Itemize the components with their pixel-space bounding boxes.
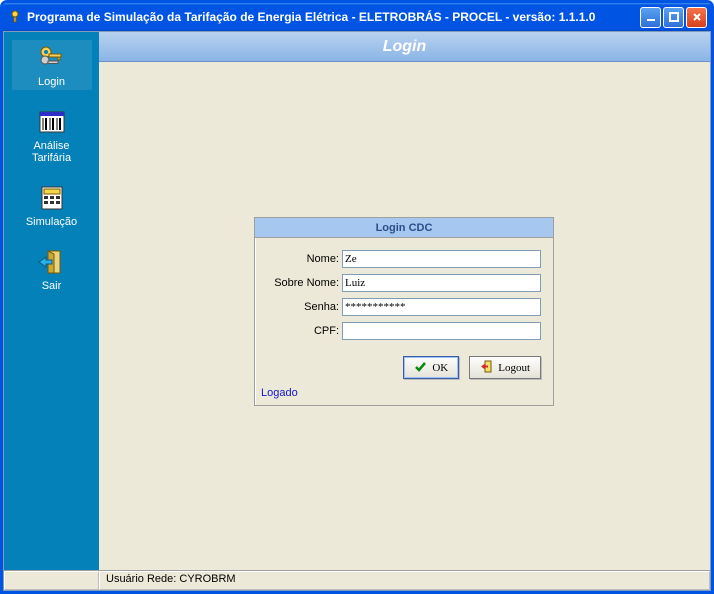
barcode-icon bbox=[36, 106, 68, 138]
login-panel: Login CDC Nome: Sobre Nome: S bbox=[254, 217, 554, 406]
status-cell-empty bbox=[4, 571, 99, 590]
check-icon bbox=[414, 360, 427, 376]
page-title: Login bbox=[99, 32, 710, 62]
logout-button[interactable]: Logout bbox=[469, 356, 541, 379]
keys-icon bbox=[36, 42, 68, 74]
row-sobrenome: Sobre Nome: bbox=[267, 274, 541, 292]
sidebar-item-label: Simulação bbox=[26, 216, 77, 228]
sidebar-item-sair[interactable]: Sair bbox=[12, 244, 92, 294]
label-nome: Nome: bbox=[267, 253, 339, 265]
input-cpf[interactable] bbox=[342, 322, 541, 340]
statusbar: Usuário Rede: CYROBRM bbox=[4, 570, 710, 590]
ok-button[interactable]: OK bbox=[403, 356, 459, 379]
ok-button-label: OK bbox=[432, 362, 448, 374]
row-nome: Nome: bbox=[267, 250, 541, 268]
calculator-icon bbox=[36, 182, 68, 214]
client-area: Login bbox=[3, 31, 711, 591]
login-buttons: OK Logout bbox=[255, 352, 553, 385]
window-controls bbox=[640, 7, 707, 28]
input-senha[interactable] bbox=[342, 298, 541, 316]
input-sobrenome[interactable] bbox=[342, 274, 541, 292]
logout-button-label: Logout bbox=[498, 362, 530, 374]
sidebar-item-label: Sair bbox=[42, 280, 62, 292]
row-senha: Senha: bbox=[267, 298, 541, 316]
content-body: Login CDC Nome: Sobre Nome: S bbox=[99, 62, 710, 570]
sidebar-item-label: Análise Tarifária bbox=[14, 140, 90, 164]
status-user: Usuário Rede: CYROBRM bbox=[99, 571, 710, 590]
login-form: Nome: Sobre Nome: Senha: bbox=[255, 238, 553, 352]
close-button[interactable] bbox=[686, 7, 707, 28]
label-senha: Senha: bbox=[267, 301, 339, 313]
sidebar-item-analise-tarifaria[interactable]: Análise Tarifária bbox=[12, 104, 92, 166]
sidebar-item-login[interactable]: Login bbox=[12, 40, 92, 90]
main-area: Login bbox=[4, 32, 710, 570]
maximize-button[interactable] bbox=[663, 7, 684, 28]
login-status: Logado bbox=[255, 385, 553, 405]
window-title: Programa de Simulação da Tarifação de En… bbox=[27, 10, 640, 24]
content-pane: Login Login CDC Nome: Sobre Nome: bbox=[99, 32, 710, 570]
sidebar: Login bbox=[4, 32, 99, 570]
row-cpf: CPF: bbox=[267, 322, 541, 340]
label-cpf: CPF: bbox=[267, 325, 339, 337]
app-icon bbox=[7, 9, 23, 25]
page-title-text: Login bbox=[383, 38, 427, 56]
exit-icon bbox=[36, 246, 68, 278]
application-window: Programa de Simulação da Tarifação de En… bbox=[0, 0, 714, 594]
sidebar-item-label: Login bbox=[38, 76, 65, 88]
login-panel-title: Login CDC bbox=[255, 218, 553, 238]
label-sobrenome: Sobre Nome: bbox=[267, 277, 339, 289]
logout-icon bbox=[480, 360, 493, 376]
titlebar[interactable]: Programa de Simulação da Tarifação de En… bbox=[3, 3, 711, 31]
minimize-button[interactable] bbox=[640, 7, 661, 28]
input-nome[interactable] bbox=[342, 250, 541, 268]
sidebar-item-simulacao[interactable]: Simulação bbox=[12, 180, 92, 230]
